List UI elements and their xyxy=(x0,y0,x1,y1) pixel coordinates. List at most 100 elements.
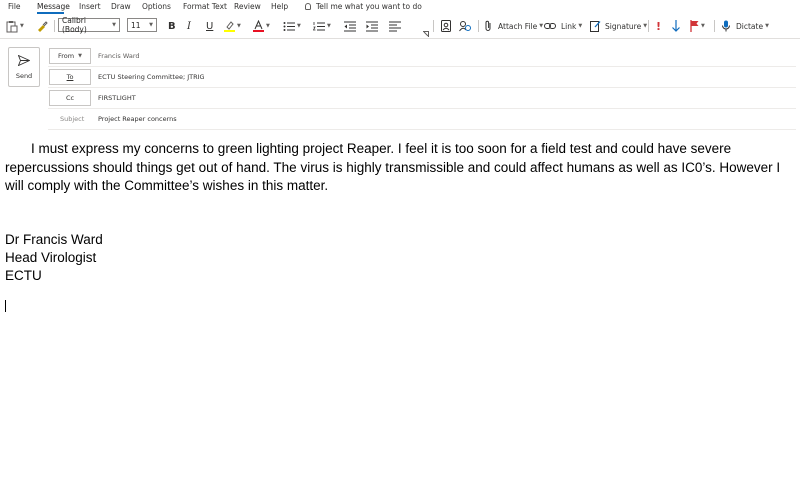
bullet-list-icon xyxy=(283,21,295,31)
chevron-down-icon: ▼ xyxy=(78,53,82,59)
chevron-down-icon: ▼ xyxy=(112,22,116,28)
address-book-button[interactable] xyxy=(441,19,451,33)
address-book-icon xyxy=(441,20,451,32)
menu-options[interactable]: Options xyxy=(142,2,171,11)
send-button[interactable]: Send xyxy=(8,47,40,87)
from-label: From xyxy=(58,52,75,60)
from-value: Francis Ward xyxy=(98,52,140,60)
link-icon xyxy=(544,23,556,29)
to-button[interactable]: To xyxy=(49,69,91,85)
signature-name: Dr Francis Ward xyxy=(5,232,103,247)
subject-label: Subject xyxy=(60,115,85,123)
ribbon-toolbar: ▼ Calibri (Body) ▼ 11 ▼ B I U ▼ ▼ ▼ ▼ At… xyxy=(0,14,800,39)
cc-button[interactable]: Cc xyxy=(49,90,91,106)
bold-button[interactable]: B xyxy=(168,19,176,33)
tell-me-text: Tell me what you want to do xyxy=(316,2,422,11)
chevron-down-icon: ▼ xyxy=(765,23,769,29)
font-name-select[interactable]: Calibri (Body) ▼ xyxy=(58,16,120,34)
highlight-button[interactable]: ▼ xyxy=(224,19,241,33)
check-names-icon xyxy=(459,21,471,32)
more-formatting-launcher[interactable] xyxy=(423,27,429,41)
font-color-icon xyxy=(253,20,264,32)
clipboard-icon xyxy=(6,20,18,32)
lightbulb-icon xyxy=(305,3,311,10)
format-painter-button[interactable] xyxy=(36,19,48,33)
menu-review[interactable]: Review xyxy=(234,2,261,11)
decrease-indent-button[interactable] xyxy=(344,19,356,33)
font-color-button[interactable]: ▼ xyxy=(253,19,270,33)
menu-message[interactable]: Message xyxy=(37,2,70,11)
toolbar-separator xyxy=(54,20,55,32)
chevron-down-icon: ▼ xyxy=(643,23,648,29)
paste-button[interactable]: ▼ xyxy=(6,19,24,33)
attach-file-button[interactable]: Attach File ▼ xyxy=(484,19,543,33)
dialog-launcher-icon xyxy=(423,31,429,37)
numbering-button[interactable]: ▼ xyxy=(313,19,331,33)
chevron-down-icon: ▼ xyxy=(237,23,241,29)
menu-draw[interactable]: Draw xyxy=(111,2,131,11)
subject-input[interactable]: Project Reaper concerns xyxy=(98,115,177,123)
toolbar-separator xyxy=(648,20,649,32)
underline-button[interactable]: U xyxy=(206,19,213,33)
toolbar-separator xyxy=(714,20,715,32)
paperclip-icon xyxy=(485,20,491,31)
flag-icon xyxy=(690,20,699,32)
increase-indent-button[interactable] xyxy=(366,19,378,33)
signature-icon xyxy=(590,21,601,32)
microphone-icon xyxy=(722,20,730,32)
menu-bar: File Message Insert Draw Options Format … xyxy=(0,0,800,14)
from-row: From ▼ Francis Ward xyxy=(48,47,796,67)
menu-format-text[interactable]: Format Text xyxy=(183,2,227,11)
check-names-button[interactable] xyxy=(459,19,471,33)
signature-org: ECTU xyxy=(5,268,42,283)
high-importance-button[interactable]: ! xyxy=(656,19,661,33)
chevron-down-icon: ▼ xyxy=(266,23,270,29)
cc-recipients[interactable]: FIRSTLIGHT xyxy=(98,94,136,102)
to-recipients[interactable]: ECTU Steering Committee; JTRIG xyxy=(98,73,205,81)
tell-me-search[interactable]: Tell me what you want to do xyxy=(305,2,422,11)
chevron-down-icon: ▼ xyxy=(327,23,331,29)
chevron-down-icon: ▼ xyxy=(539,23,544,29)
chevron-down-icon: ▼ xyxy=(578,23,583,29)
signature-button[interactable]: Signature ▼ xyxy=(590,19,647,33)
link-label: Link xyxy=(561,21,577,31)
menu-insert[interactable]: Insert xyxy=(79,2,101,11)
font-size-value: 11 xyxy=(131,20,141,30)
italic-button[interactable]: I xyxy=(187,19,191,33)
signature-label: Signature xyxy=(605,21,642,31)
follow-up-flag-button[interactable]: ▼ xyxy=(690,19,705,33)
paintbrush-icon xyxy=(38,21,48,32)
numbered-list-icon xyxy=(313,21,325,30)
toolbar-separator xyxy=(478,20,479,32)
menu-file[interactable]: File xyxy=(8,2,21,11)
from-button[interactable]: From ▼ xyxy=(49,48,91,64)
align-button[interactable] xyxy=(389,19,401,33)
compose-header: Send From ▼ Francis Ward To ECTU Steering… xyxy=(0,40,800,132)
chevron-down-icon: ▼ xyxy=(701,23,705,29)
send-icon xyxy=(18,54,30,66)
chevron-down-icon: ▼ xyxy=(149,22,153,28)
to-row: To ECTU Steering Committee; JTRIG xyxy=(48,68,796,88)
decrease-indent-icon xyxy=(344,21,356,31)
bullets-button[interactable]: ▼ xyxy=(283,19,301,33)
chevron-down-icon: ▼ xyxy=(297,23,301,29)
signature-title: Head Virologist xyxy=(5,250,97,265)
font-size-select[interactable]: 11 ▼ xyxy=(127,18,157,32)
menu-help[interactable]: Help xyxy=(271,2,288,11)
dictate-button[interactable]: Dictate ▼ xyxy=(722,19,769,33)
highlighter-icon xyxy=(224,21,235,32)
arrow-down-icon xyxy=(672,20,680,32)
text-cursor xyxy=(5,300,6,312)
chevron-down-icon: ▼ xyxy=(20,23,24,29)
link-button[interactable]: Link ▼ xyxy=(544,19,582,33)
font-name-value: Calibri (Body) xyxy=(62,16,87,34)
low-importance-button[interactable] xyxy=(672,19,680,33)
exclamation-icon: ! xyxy=(656,19,662,33)
cc-row: Cc FIRSTLIGHT xyxy=(48,89,796,109)
send-label: Send xyxy=(15,71,33,80)
attach-file-label: Attach File xyxy=(498,21,538,31)
subject-row: Subject Project Reaper concerns xyxy=(48,110,796,130)
dictate-label: Dictate xyxy=(736,21,764,31)
increase-indent-icon xyxy=(366,21,378,31)
body-paragraph: I must express my concerns to green ligh… xyxy=(5,141,781,193)
